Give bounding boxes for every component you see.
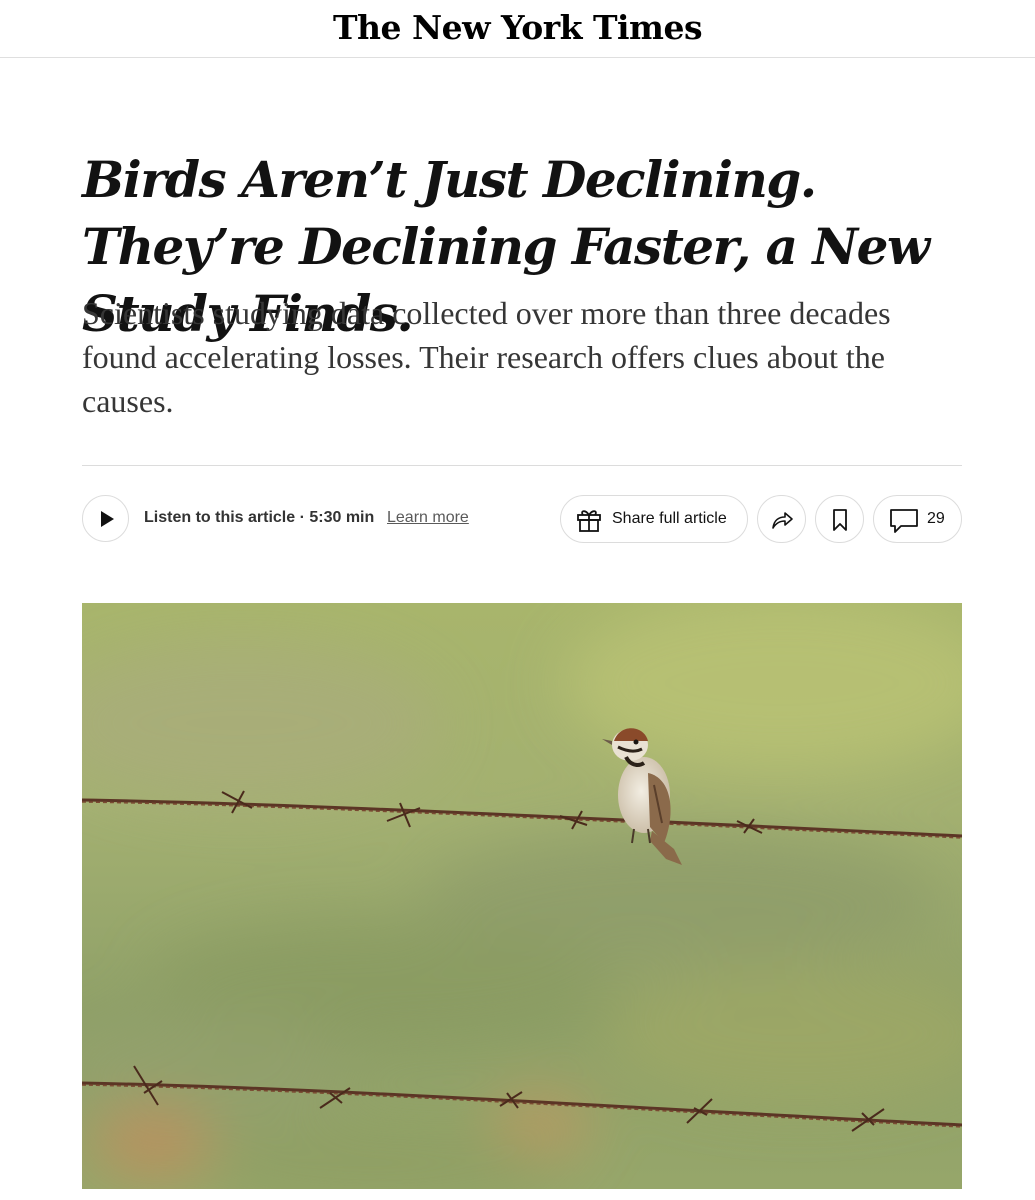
learn-more-link[interactable]: Learn more xyxy=(387,509,469,527)
comment-bubble-icon xyxy=(890,509,918,533)
article-summary: Scientists studying data collected over … xyxy=(82,295,891,419)
play-icon xyxy=(101,511,114,527)
lead-photo[interactable] xyxy=(82,603,962,1189)
article-toolbar: Listen to this article · 5:30 min Learn … xyxy=(82,495,962,544)
bookmark-icon xyxy=(833,509,847,531)
masthead: The New York Times xyxy=(0,0,1035,58)
divider xyxy=(82,465,962,466)
share-full-article-label: Share full article xyxy=(612,510,727,527)
share-full-article-button[interactable]: Share full article xyxy=(560,495,748,543)
save-button[interactable] xyxy=(815,495,864,543)
play-audio-button[interactable] xyxy=(82,495,129,542)
nyt-logo[interactable]: The New York Times xyxy=(0,6,1035,50)
comments-button[interactable]: 29 xyxy=(873,495,962,543)
comment-count: 29 xyxy=(927,510,945,527)
share-arrow-icon xyxy=(772,512,793,529)
gift-icon xyxy=(577,510,601,532)
listen-label[interactable]: Listen to this article · 5:30 min xyxy=(144,509,374,527)
share-button[interactable] xyxy=(757,495,806,543)
